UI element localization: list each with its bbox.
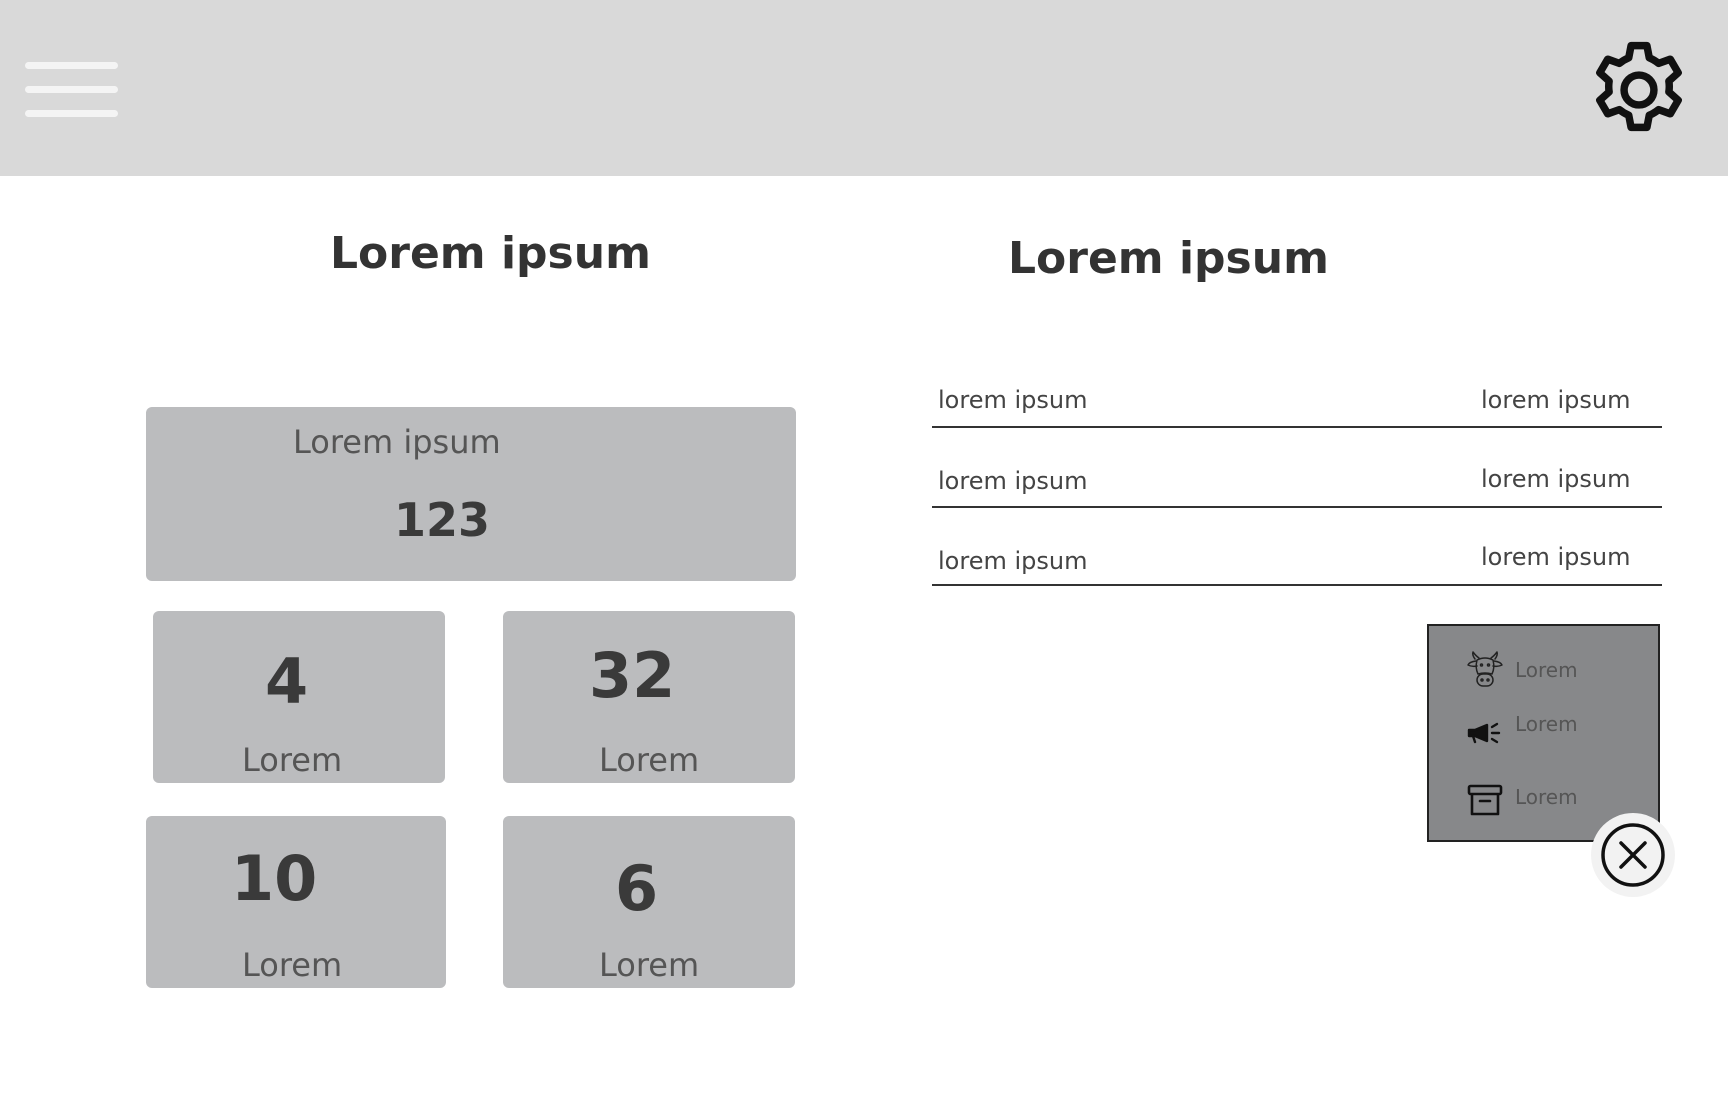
hamburger-menu-icon[interactable] [24, 58, 120, 122]
cow-icon [1465, 650, 1505, 690]
list-row-value: lorem ipsum [1481, 386, 1631, 414]
popup-menu-item-label: Lorem [1515, 712, 1578, 736]
popup-menu-item-label: Lorem [1515, 785, 1578, 809]
list-row-value: lorem ipsum [1481, 465, 1631, 493]
list-row-key: lorem ipsum [938, 547, 1088, 575]
stat-card-value: 6 [615, 852, 659, 925]
top-bar [0, 0, 1728, 176]
menu-line [25, 62, 118, 69]
list-row[interactable]: lorem ipsum lorem ipsum [932, 543, 1662, 586]
megaphone-icon [1465, 714, 1505, 754]
list-row-key: lorem ipsum [938, 467, 1088, 495]
stat-card[interactable]: 10 Lorem [146, 816, 446, 988]
stat-card-label: Lorem [599, 741, 700, 779]
stat-card-value: 32 [589, 639, 676, 712]
archive-box-icon [1465, 781, 1505, 821]
menu-line [25, 86, 118, 93]
list-row-key: lorem ipsum [938, 386, 1088, 414]
popup-menu-item-label: Lorem [1515, 658, 1578, 682]
close-icon[interactable] [1591, 813, 1675, 897]
stat-card-label: Lorem [242, 741, 343, 779]
stat-card-label: Lorem [242, 946, 343, 984]
stat-card-label: Lorem [599, 946, 700, 984]
popup-menu-item[interactable]: Lorem [1465, 712, 1645, 762]
popup-menu-item[interactable]: Lorem [1465, 650, 1645, 698]
popup-menu: Lorem Lorem Lorem [1427, 624, 1660, 842]
stat-card[interactable]: 6 Lorem [503, 816, 795, 988]
menu-line [25, 110, 118, 117]
stat-card-value: 4 [265, 645, 309, 718]
summary-card-label: Lorem ipsum [293, 423, 501, 461]
right-panel-title: Lorem ipsum [1008, 233, 1329, 284]
list-row-value: lorem ipsum [1481, 543, 1631, 571]
summary-card-value: 123 [394, 493, 491, 547]
stat-card[interactable]: 4 Lorem [153, 611, 445, 783]
stat-card[interactable]: 32 Lorem [503, 611, 795, 783]
summary-card[interactable]: Lorem ipsum 123 [146, 407, 796, 581]
list-row[interactable]: lorem ipsum lorem ipsum [932, 386, 1662, 428]
list-row[interactable]: lorem ipsum lorem ipsum [932, 465, 1662, 508]
gear-icon[interactable] [1583, 34, 1695, 146]
left-panel-title: Lorem ipsum [330, 228, 651, 279]
stat-card-value: 10 [231, 842, 318, 915]
